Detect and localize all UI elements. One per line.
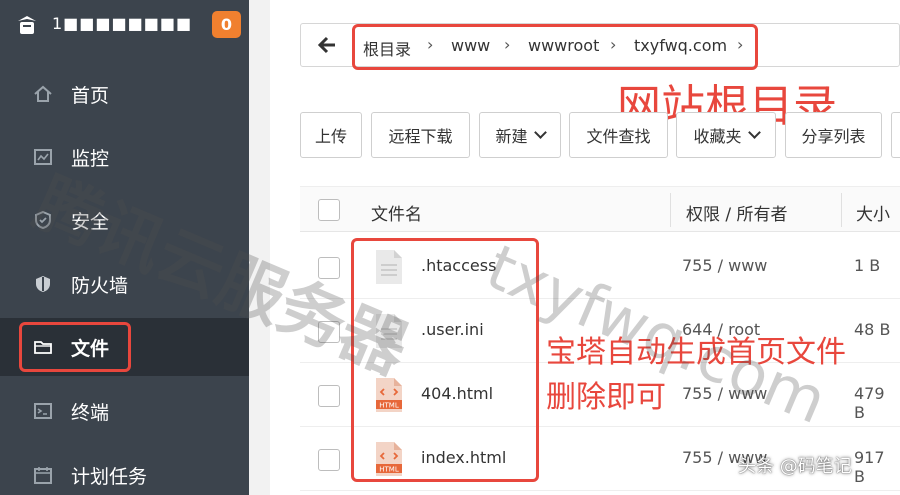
sidebar-header: 1■■■■■■■■ 0 <box>0 0 249 50</box>
file-size: 48 B <box>854 320 891 339</box>
file-search-button[interactable]: 文件查找 <box>569 112 668 158</box>
favorites-dropdown-button-label: 收藏夹 <box>693 127 742 146</box>
sidebar-item-monitor[interactable]: 监控 <box>0 128 249 186</box>
back-arrow-icon[interactable] <box>317 34 337 56</box>
sidebar-item-label: 终端 <box>71 401 110 424</box>
row-checkbox[interactable] <box>318 385 340 407</box>
file-manager-screen: 1■■■■■■■■ 0 首页 监控 安全 防火墙 文件 终端 计划任务 根目录 … <box>0 0 900 495</box>
file-size: 1 B <box>854 256 881 275</box>
file-table-header: 文件名 权限 / 所有者 大小 <box>300 186 900 232</box>
file-permission[interactable]: 755 / www <box>682 384 767 403</box>
sidebar: 1■■■■■■■■ 0 首页 监控 安全 防火墙 文件 终端 计划任务 <box>0 0 249 495</box>
sidebar-item-firewall[interactable]: 防火墙 <box>0 255 249 313</box>
sidebar-item-terminal[interactable]: 终端 <box>0 382 249 440</box>
file-size: 479 B <box>854 384 885 422</box>
calendar-icon <box>34 467 52 484</box>
panel-logo-icon <box>18 16 36 34</box>
share-list-button[interactable]: 分享列表 <box>785 112 882 158</box>
file-permission[interactable]: 755 / www <box>682 256 767 275</box>
sidebar-item-label: 防火墙 <box>71 274 129 297</box>
row-checkbox[interactable] <box>318 449 340 471</box>
notification-badge[interactable]: 0 <box>212 11 241 38</box>
sidebar-item-label: 监控 <box>71 147 110 170</box>
more-toolbar-button[interactable] <box>891 112 900 158</box>
sidebar-item-label: 计划任务 <box>71 465 148 488</box>
row-checkbox[interactable] <box>318 321 340 343</box>
row-checkbox[interactable] <box>318 257 340 279</box>
annotation-auto-files: 宝塔自动生成首页文件 <box>546 335 846 370</box>
share-list-button-label: 分享列表 <box>801 127 866 146</box>
firewall-icon <box>36 276 50 292</box>
sidebar-item-home[interactable]: 首页 <box>0 65 249 123</box>
source-watermark: 头条 @码笔记 <box>738 456 852 477</box>
path-highlight-box <box>352 24 758 70</box>
column-size[interactable]: 大小 <box>856 200 890 225</box>
auto-files-highlight-box <box>351 238 539 482</box>
upload-button[interactable]: 上传 <box>300 112 362 158</box>
column-divider <box>841 193 842 227</box>
new-dropdown-button[interactable]: 新建 <box>479 112 561 158</box>
new-dropdown-button-label: 新建 <box>495 127 528 146</box>
chevron-down-icon <box>747 126 761 139</box>
sidebar-item-label: 首页 <box>71 84 110 107</box>
files-highlight-box <box>19 322 131 372</box>
annotation-delete: 删除即可 <box>546 380 666 415</box>
home-icon <box>34 85 52 102</box>
chevron-down-icon <box>533 126 547 139</box>
column-permission[interactable]: 权限 / 所有者 <box>686 200 788 225</box>
select-all-checkbox[interactable] <box>318 199 340 221</box>
sidebar-item-security[interactable]: 安全 <box>0 191 249 249</box>
monitor-icon <box>34 149 52 165</box>
server-ip: 1■■■■■■■■ <box>52 14 193 33</box>
shield-icon <box>35 210 51 230</box>
column-divider <box>670 193 671 227</box>
favorites-dropdown-button[interactable]: 收藏夹 <box>676 112 776 158</box>
terminal-icon <box>34 403 52 419</box>
remote-download-button-label: 远程下载 <box>388 127 453 146</box>
remote-download-button[interactable]: 远程下载 <box>371 112 470 158</box>
sidebar-item-cron[interactable]: 计划任务 <box>0 446 249 495</box>
sidebar-item-label: 安全 <box>71 210 110 233</box>
upload-button-label: 上传 <box>314 127 347 146</box>
file-search-button-label: 文件查找 <box>586 127 651 146</box>
file-size: 917 B <box>854 448 885 486</box>
column-filename[interactable]: 文件名 <box>371 200 422 225</box>
